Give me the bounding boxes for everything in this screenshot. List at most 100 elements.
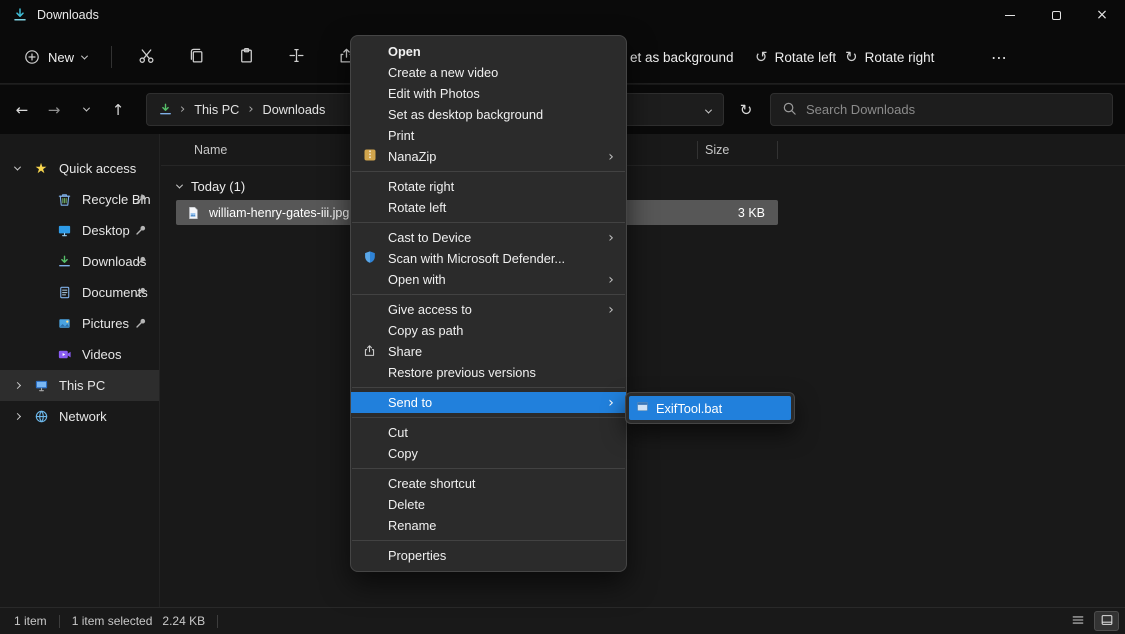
context-menu-item-give-access-to[interactable]: Give access to› [351, 299, 626, 320]
back-button[interactable]: ← [6, 93, 38, 127]
context-menu-item-copy-as-path[interactable]: Copy as path [351, 320, 626, 341]
context-menu-item-rotate-left[interactable]: Rotate left [351, 197, 626, 218]
videos-icon [56, 347, 72, 363]
cut-button[interactable] [126, 39, 166, 75]
sidebar-item-label: Quick access [59, 161, 136, 176]
sidebar-item-label: Pictures [82, 316, 129, 331]
group-header-label: Today (1) [191, 179, 245, 194]
details-view-button[interactable] [1065, 611, 1090, 631]
desktop-icon [56, 223, 72, 239]
menu-separator [352, 540, 625, 541]
context-menu-item-rotate-right[interactable]: Rotate right [351, 176, 626, 197]
menu-separator [352, 171, 625, 172]
maximize-button[interactable] [1033, 0, 1079, 30]
context-menu-item-scan-with-defender[interactable]: Scan with Microsoft Defender... [351, 248, 626, 269]
sidebar-item-recycle-bin[interactable]: Recycle Bin [0, 184, 159, 215]
up-button[interactable]: ↑ [102, 93, 134, 127]
maximize-icon [1052, 11, 1061, 20]
context-menu-item-set-as-desktop-background[interactable]: Set as desktop background [351, 104, 626, 125]
sidebar-item-this-pc[interactable]: This PC [0, 370, 159, 401]
context-menu-item-properties[interactable]: Properties [351, 545, 626, 566]
context-menu-item-rename[interactable]: Rename [351, 515, 626, 536]
chevron-down-icon [82, 105, 89, 112]
context-menu-item-create-a-new-video[interactable]: Create a new video [351, 62, 626, 83]
context-menu-item-open[interactable]: Open [351, 41, 626, 62]
window-controls: × [987, 0, 1125, 30]
close-button[interactable]: × [1079, 0, 1125, 30]
chevron-down-icon [81, 52, 88, 59]
submenu-arrow-icon: › [605, 302, 617, 318]
sidebar-item-desktop[interactable]: Desktop [0, 215, 159, 246]
group-header-today[interactable]: Today (1) [161, 173, 1125, 199]
sidebar-item-pictures[interactable]: Pictures [0, 308, 159, 339]
downloads-icon [56, 254, 72, 270]
file-explorer-window: Downloads × New [0, 0, 1125, 634]
column-header-name[interactable]: Name [161, 143, 227, 157]
selection-info: 1 item selected 2.24 KB [72, 614, 205, 628]
paste-icon [238, 47, 255, 67]
chevron-down-icon [13, 164, 20, 171]
set-as-background-label: et as background [630, 50, 734, 65]
rotate-left-label: Rotate left [775, 50, 837, 65]
window-title: Downloads [37, 8, 99, 22]
up-icon: ↑ [112, 101, 125, 119]
submenu-arrow-icon: › [605, 272, 617, 288]
this-pc-icon [33, 378, 49, 394]
item-count: 1 item [14, 614, 47, 628]
rotate-left-button[interactable]: ↺ Rotate left [755, 30, 836, 84]
sidebar-item-videos[interactable]: Videos [0, 339, 159, 370]
menu-separator [352, 417, 625, 418]
copy-icon [188, 47, 205, 67]
context-menu-item-cast-to-device[interactable]: Cast to Device› [351, 227, 626, 248]
share-icon [363, 344, 376, 360]
rotate-right-button[interactable]: ↻ Rotate right [845, 30, 934, 84]
sidebar-item-quick-access[interactable]: ★ Quick access [0, 153, 159, 184]
refresh-button[interactable]: ↻ [729, 93, 763, 126]
context-menu-item-create-shortcut[interactable]: Create shortcut [351, 473, 626, 494]
more-options-button[interactable]: ⋯ [984, 30, 1014, 84]
context-menu-item-restore-previous-versions[interactable]: Restore previous versions [351, 362, 626, 383]
rotate-right-icon: ↻ [845, 48, 858, 66]
context-menu: Open Create a new video Edit with Photos… [350, 35, 627, 572]
close-icon: × [1096, 7, 1108, 23]
forward-button[interactable]: → [38, 93, 70, 127]
column-divider[interactable] [777, 141, 778, 159]
context-menu-item-cut[interactable]: Cut [351, 422, 626, 443]
recent-locations-button[interactable] [70, 93, 102, 127]
column-header-size[interactable]: Size [705, 143, 729, 157]
context-menu-item-delete[interactable]: Delete [351, 494, 626, 515]
image-file-icon [185, 205, 201, 221]
search-input[interactable] [806, 102, 1101, 117]
copy-button[interactable] [176, 39, 216, 75]
submenu-item-exiftool[interactable]: ExifTool.bat [629, 396, 791, 420]
context-menu-item-print[interactable]: Print [351, 125, 626, 146]
paste-button[interactable] [226, 39, 266, 75]
refresh-icon: ↻ [740, 101, 753, 119]
submenu-arrow-icon: › [605, 149, 617, 165]
search-box [770, 93, 1113, 126]
selection-size: 2.24 KB [162, 614, 205, 628]
context-menu-item-share[interactable]: Share [351, 341, 626, 362]
context-menu-item-nanazip[interactable]: NanaZip › [351, 146, 626, 167]
column-divider[interactable] [697, 141, 698, 159]
sidebar-item-downloads[interactable]: Downloads [0, 246, 159, 277]
rename-icon [288, 47, 305, 67]
documents-icon [56, 285, 72, 301]
sidebar-item-network[interactable]: Network [0, 401, 159, 432]
thumbnail-view-button[interactable] [1094, 611, 1119, 631]
sidebar-item-documents[interactable]: Documents [0, 277, 159, 308]
breadcrumb-downloads[interactable]: Downloads [261, 101, 328, 119]
set-as-background-button[interactable]: et as background [630, 30, 734, 84]
minimize-button[interactable] [987, 0, 1033, 30]
pin-icon [135, 193, 147, 208]
context-menu-item-copy[interactable]: Copy [351, 443, 626, 464]
rename-button[interactable] [276, 39, 316, 75]
new-button[interactable]: New [14, 42, 97, 72]
context-menu-item-open-with[interactable]: Open with› [351, 269, 626, 290]
context-menu-item-edit-with-photos[interactable]: Edit with Photos [351, 83, 626, 104]
pictures-icon [56, 316, 72, 332]
context-menu-item-send-to[interactable]: Send to› [351, 392, 626, 413]
address-dropdown-button[interactable] [706, 102, 713, 117]
breadcrumb-this-pc[interactable]: This PC [192, 101, 241, 119]
file-size: 3 KB [738, 206, 769, 220]
